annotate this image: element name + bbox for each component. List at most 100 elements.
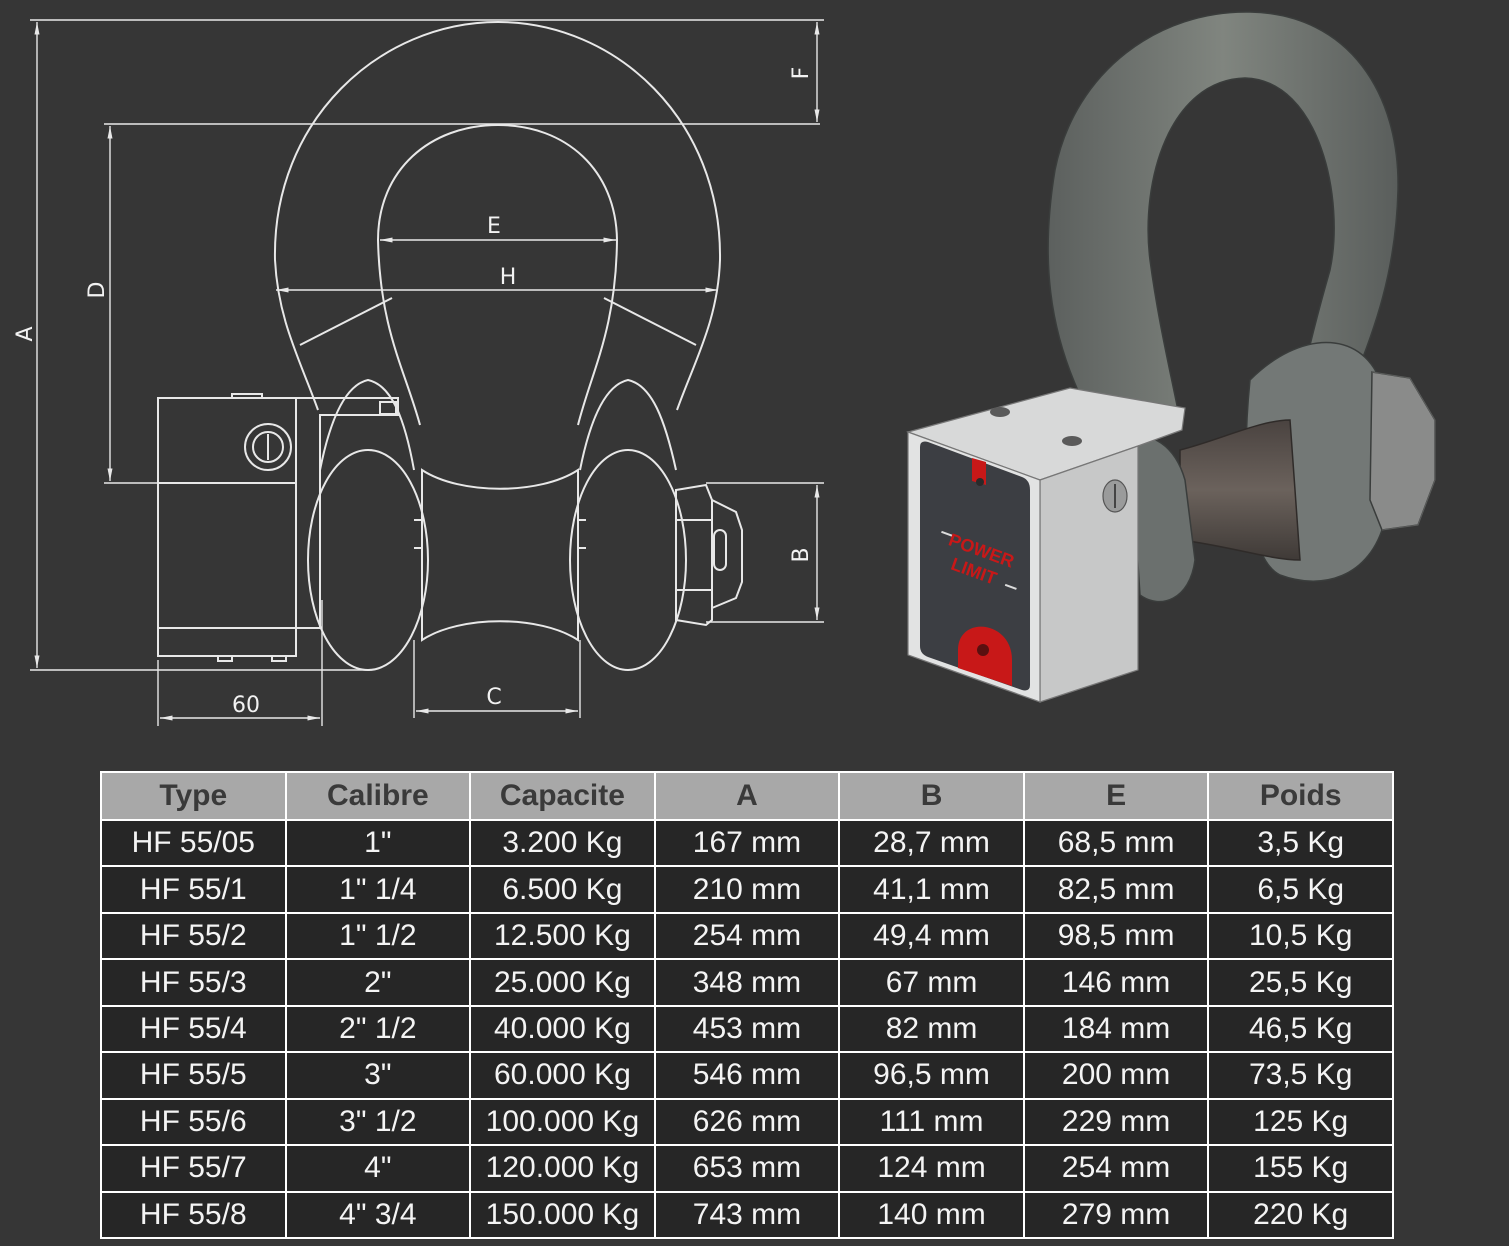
header-type: Type (100, 771, 287, 821)
table-row: HF 55/3 2" 25.000 Kg 348 mm 67 mm 146 mm 25,5 … (100, 958, 1394, 1007)
header-a: A (653, 771, 841, 821)
cell-a: 653 mm (653, 1144, 841, 1193)
header-poids: Poids (1207, 771, 1394, 821)
cell-b: 49,4 mm (838, 911, 1025, 961)
cell-type: HF 55/5 (100, 1051, 287, 1100)
cell-type: HF 55/6 (100, 1097, 287, 1147)
cell-a: 210 mm (653, 865, 841, 914)
cell-e: 146 mm (1022, 958, 1210, 1007)
cell-capacite: 100.000 Kg (469, 1097, 656, 1147)
load-cell-housing (157, 397, 297, 657)
cell-b: 82 mm (838, 1004, 1025, 1054)
cell-calibre: 4" 3/4 (284, 1190, 472, 1239)
table-row: HF 55/4 2" 1/2 40.000 Kg 453 mm 82 mm 184 mm 4… (100, 1004, 1394, 1054)
left-lug (307, 449, 429, 671)
dim-label-f: F (789, 67, 814, 80)
cell-poids: 220 Kg (1207, 1190, 1394, 1239)
cell-b: 124 mm (838, 1144, 1025, 1193)
dim-label-b: B (789, 547, 814, 562)
cell-a: 453 mm (653, 1004, 841, 1054)
cell-calibre: 3" 1/2 (284, 1097, 472, 1147)
pin-body (421, 468, 579, 642)
table-row: HF 55/2 1" 1/2 12.500 Kg 254 mm 49,4 mm 98,5 … (100, 911, 1394, 961)
cell-calibre: 1" 1/2 (284, 911, 472, 961)
cell-a: 546 mm (653, 1051, 841, 1100)
dim-label-c: C (486, 685, 501, 710)
cell-e: 200 mm (1022, 1051, 1210, 1100)
cell-type: HF 55/4 (100, 1004, 287, 1054)
cell-poids: 73,5 Kg (1207, 1051, 1394, 1100)
cell-poids: 3,5 Kg (1207, 818, 1394, 868)
header-calibre: Calibre (284, 771, 472, 821)
cell-calibre: 1" 1/4 (284, 865, 472, 914)
header-b: B (838, 771, 1025, 821)
cell-capacite: 150.000 Kg (469, 1190, 656, 1239)
cell-e: 98,5 mm (1022, 911, 1210, 961)
table-body: HF 55/05 1" 3.200 Kg 167 mm 28,7 mm 68,5 mm 3,… (100, 818, 1394, 1239)
dimension-lines (30, 19, 824, 726)
cell-type: HF 55/1 (100, 865, 287, 914)
technical-drawing: A D F B E H C 60 POWER LIMIT (13, 11, 1436, 726)
cell-calibre: 2" 1/2 (284, 1004, 472, 1054)
cell-e: 254 mm (1022, 1144, 1210, 1193)
table-row: HF 55/5 3" 60.000 Kg 546 mm 96,5 mm 200 mm 73,… (100, 1051, 1394, 1100)
cell-poids: 10,5 Kg (1207, 911, 1394, 961)
cell-capacite: 120.000 Kg (469, 1144, 656, 1193)
table-row: HF 55/6 3" 1/2 100.000 Kg 626 mm 111 mm 229 m… (100, 1097, 1394, 1147)
cell-capacite: 60.000 Kg (469, 1051, 656, 1100)
cell-calibre: 4" (284, 1144, 472, 1193)
cell-a: 254 mm (653, 911, 841, 961)
cell-type: HF 55/05 (100, 818, 287, 868)
cell-e: 279 mm (1022, 1190, 1210, 1239)
product-render: POWER LIMIT (906, 11, 1436, 703)
cell-a: 348 mm (653, 958, 841, 1007)
cell-type: HF 55/7 (100, 1144, 287, 1193)
table-row: HF 55/1 1" 1/4 6.500 Kg 210 mm 41,1 mm 82,5 m… (100, 865, 1394, 914)
cell-b: 41,1 mm (838, 865, 1025, 914)
shackle-eye-line-right (603, 297, 697, 346)
cell-poids: 46,5 Kg (1207, 1004, 1394, 1054)
cell-e: 184 mm (1022, 1004, 1210, 1054)
dim-label-60: 60 (232, 693, 260, 718)
cell-e: 229 mm (1022, 1097, 1210, 1147)
dim-label-e: E (487, 214, 501, 239)
cell-poids: 125 Kg (1207, 1097, 1394, 1147)
cell-b: 111 mm (838, 1097, 1025, 1147)
cell-a: 167 mm (653, 818, 841, 868)
cell-type: HF 55/3 (100, 958, 287, 1007)
cell-poids: 155 Kg (1207, 1144, 1394, 1193)
cell-capacite: 25.000 Kg (469, 958, 656, 1007)
cell-b: 96,5 mm (838, 1051, 1025, 1100)
shackle-bow-inner (376, 123, 619, 426)
dim-label-a: A (13, 326, 38, 341)
shackle-eye-line-left (299, 297, 393, 346)
dim-label-h: H (500, 265, 517, 290)
cell-a: 743 mm (653, 1190, 841, 1239)
table-row: HF 55/7 4" 120.000 Kg 653 mm 124 mm 254 mm 155… (100, 1144, 1394, 1193)
cell-capacite: 40.000 Kg (469, 1004, 656, 1054)
cell-calibre: 2" (284, 958, 472, 1007)
cell-type: HF 55/8 (100, 1190, 287, 1239)
render-pin (1179, 419, 1301, 561)
cell-b: 67 mm (838, 958, 1025, 1007)
cell-type: HF 55/2 (100, 911, 287, 961)
header-capacite: Capacite (469, 771, 656, 821)
cell-e: 68,5 mm (1022, 818, 1210, 868)
table-header-row: Type Calibre Capacite A B E Poids (100, 771, 1394, 821)
cell-capacite: 12.500 Kg (469, 911, 656, 961)
cell-poids: 6,5 Kg (1207, 865, 1394, 914)
cell-calibre: 1" (284, 818, 472, 868)
cell-b: 140 mm (838, 1190, 1025, 1239)
right-lug (569, 449, 687, 671)
cell-a: 626 mm (653, 1097, 841, 1147)
cell-capacite: 3.200 Kg (469, 818, 656, 868)
table-row: HF 55/05 1" 3.200 Kg 167 mm 28,7 mm 68,5 mm 3,… (100, 818, 1394, 868)
cell-calibre: 3" (284, 1051, 472, 1100)
cell-b: 28,7 mm (838, 818, 1025, 868)
cell-poids: 25,5 Kg (1207, 958, 1394, 1007)
side-view-drawing (157, 20, 743, 671)
cell-capacite: 6.500 Kg (469, 865, 656, 914)
dim-label-d: D (85, 282, 110, 299)
cell-e: 82,5 mm (1022, 865, 1210, 914)
header-e: E (1022, 771, 1210, 821)
